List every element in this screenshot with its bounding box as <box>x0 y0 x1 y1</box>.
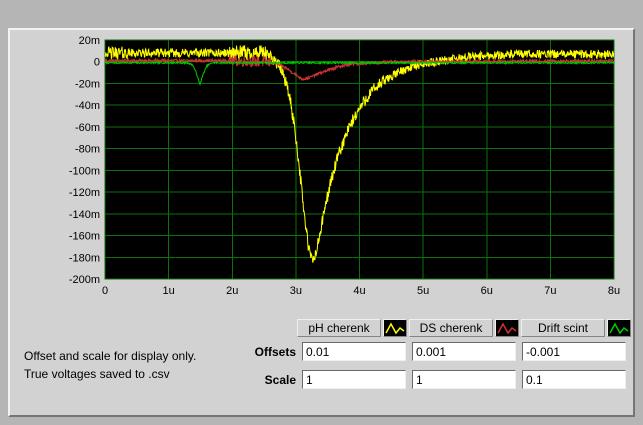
svg-text:20m: 20m <box>79 35 100 47</box>
waveform-icon <box>383 319 407 337</box>
svg-text:2u: 2u <box>226 285 238 297</box>
scale-input-drift-scint[interactable] <box>522 370 626 389</box>
svg-text:-40m: -40m <box>75 100 100 112</box>
legend-item-drift-scint[interactable]: Drift scint <box>521 319 631 337</box>
legend-label: Drift scint <box>521 319 605 337</box>
svg-text:8u: 8u <box>608 285 620 297</box>
svg-text:0: 0 <box>102 285 108 297</box>
svg-text:-140m: -140m <box>69 209 100 221</box>
waveform-icon <box>495 319 519 337</box>
scale-label: Scale <box>264 373 296 387</box>
offset-input-ds-cherenk[interactable] <box>412 342 516 361</box>
svg-text:-120m: -120m <box>69 187 100 199</box>
graph-panel: 20m 0 -20m -40m -60m -80m -100m -120m -140m -160m… <box>8 28 635 417</box>
svg-text:-20m: -20m <box>75 78 100 90</box>
waveform-icon <box>607 319 631 337</box>
svg-text:1u: 1u <box>163 285 175 297</box>
offsets-label: Offsets <box>254 345 296 359</box>
offset-input-ph-cherenk[interactable] <box>302 342 406 361</box>
svg-text:5u: 5u <box>417 285 429 297</box>
svg-text:0: 0 <box>94 57 100 69</box>
legend-item-ph-cherenk[interactable]: pH cherenk <box>297 319 407 337</box>
scale-input-ds-cherenk[interactable] <box>412 370 516 389</box>
svg-text:-200m: -200m <box>69 274 100 286</box>
svg-text:3u: 3u <box>290 285 302 297</box>
offset-input-drift-scint[interactable] <box>522 342 626 361</box>
note-line-1: Offset and scale for display only. <box>24 349 197 363</box>
svg-text:-160m: -160m <box>69 231 100 243</box>
waveform-graph: 20m 0 -20m -40m -60m -80m -100m -120m -140m -160m… <box>69 35 620 297</box>
svg-text:4u: 4u <box>353 285 365 297</box>
svg-text:-100m: -100m <box>69 165 100 177</box>
svg-text:-180m: -180m <box>69 252 100 264</box>
note-line-2: True voltages saved to .csv <box>24 367 170 381</box>
legend-label: pH cherenk <box>297 319 381 337</box>
display-note: Offset and scale for display only. True … <box>24 347 196 383</box>
scale-input-ph-cherenk[interactable] <box>302 370 406 389</box>
svg-text:6u: 6u <box>481 285 493 297</box>
svg-text:-80m: -80m <box>75 144 100 156</box>
svg-text:7u: 7u <box>544 285 556 297</box>
legend-item-ds-cherenk[interactable]: DS cherenk <box>409 319 519 337</box>
legend-label: DS cherenk <box>409 319 493 337</box>
svg-text:-60m: -60m <box>75 122 100 134</box>
